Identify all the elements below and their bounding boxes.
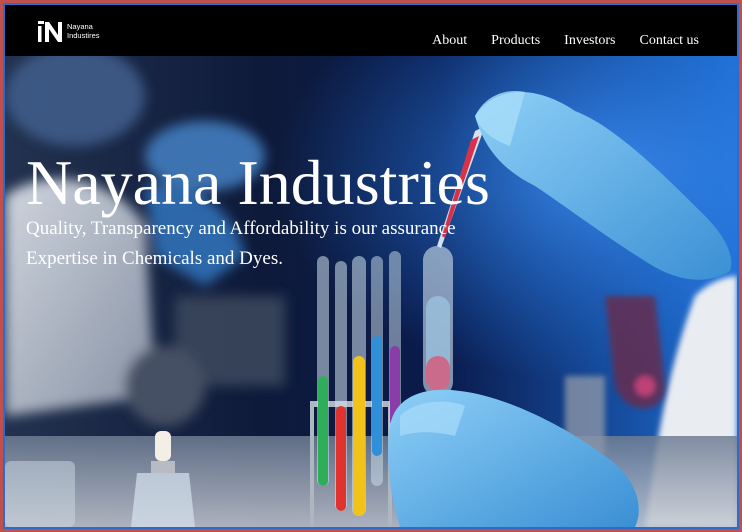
hero-title: Nayana Industries — [26, 147, 490, 218]
logo-mark-icon — [38, 21, 62, 42]
brand-line-1: Nayana — [67, 22, 93, 31]
hero-lab-image — [5, 56, 737, 527]
brand-logo[interactable]: Nayana Industires — [37, 19, 100, 43]
hero-section: Nayana Industries Quality, Transparency … — [5, 56, 737, 527]
outer-frame: Nayana Industires About Products Investo… — [3, 3, 739, 529]
nav-contact-us[interactable]: Contact us — [640, 33, 700, 49]
nav-investors[interactable]: Investors — [564, 33, 615, 49]
hero-subline: Expertise in Chemicals and Dyes. — [26, 248, 283, 269]
nav-about[interactable]: About — [432, 33, 467, 49]
hero-text: Nayana Industries Quality, Transparency … — [26, 147, 490, 273]
navbar: Nayana Industires About Products Investo… — [5, 5, 737, 56]
hero-tagline: Quality, Transparency and Affordability … — [26, 218, 456, 239]
brand-name: Nayana Industires — [67, 22, 100, 40]
page: Nayana Industires About Products Investo… — [5, 5, 737, 527]
nav-products[interactable]: Products — [491, 33, 540, 49]
brand-line-2: Industires — [67, 31, 100, 40]
main-nav: About Products Investors Contact us — [408, 33, 699, 49]
